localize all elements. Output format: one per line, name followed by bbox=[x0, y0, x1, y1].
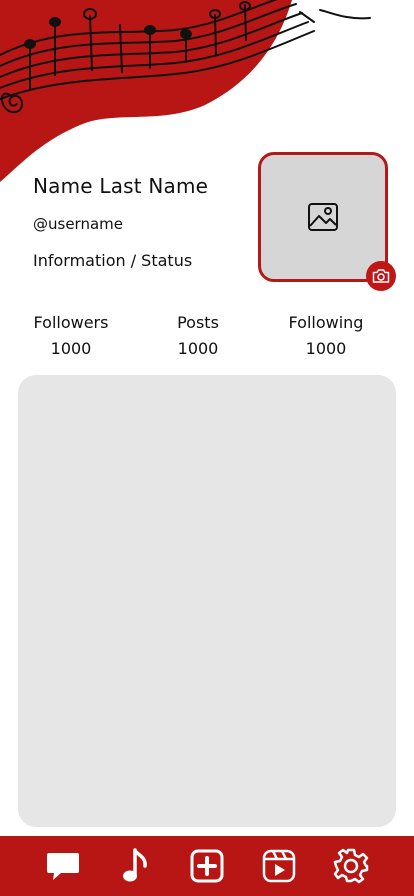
bottom-nav bbox=[0, 836, 414, 896]
profile-status: Information / Status bbox=[33, 251, 193, 270]
change-photo-button[interactable] bbox=[366, 261, 396, 291]
gear-icon bbox=[333, 848, 369, 884]
stat-posts[interactable]: Posts 1000 bbox=[143, 313, 253, 359]
chat-bubble-icon bbox=[47, 853, 79, 880]
stat-followers[interactable]: Followers 1000 bbox=[16, 313, 126, 359]
avatar[interactable] bbox=[258, 152, 388, 282]
music-note-icon bbox=[123, 848, 147, 882]
profile-username: @username bbox=[33, 215, 123, 233]
nav-chat[interactable] bbox=[45, 848, 81, 884]
following-count: 1000 bbox=[305, 339, 347, 358]
camera-icon bbox=[372, 269, 390, 283]
nav-reels[interactable] bbox=[261, 848, 297, 884]
posts-count: 1000 bbox=[177, 339, 219, 358]
nav-settings[interactable] bbox=[333, 848, 369, 884]
nav-add-post[interactable] bbox=[189, 848, 225, 884]
followers-count: 1000 bbox=[50, 339, 92, 358]
posts-content-panel[interactable] bbox=[18, 375, 396, 827]
stat-following[interactable]: Following 1000 bbox=[271, 313, 381, 359]
posts-label: Posts bbox=[177, 313, 219, 332]
following-label: Following bbox=[288, 313, 364, 332]
image-placeholder-icon bbox=[308, 203, 338, 231]
followers-label: Followers bbox=[33, 313, 109, 332]
add-square-icon bbox=[190, 849, 224, 883]
nav-music[interactable] bbox=[117, 848, 153, 884]
video-reel-icon bbox=[262, 849, 296, 883]
profile-name: Name Last Name bbox=[33, 174, 209, 198]
